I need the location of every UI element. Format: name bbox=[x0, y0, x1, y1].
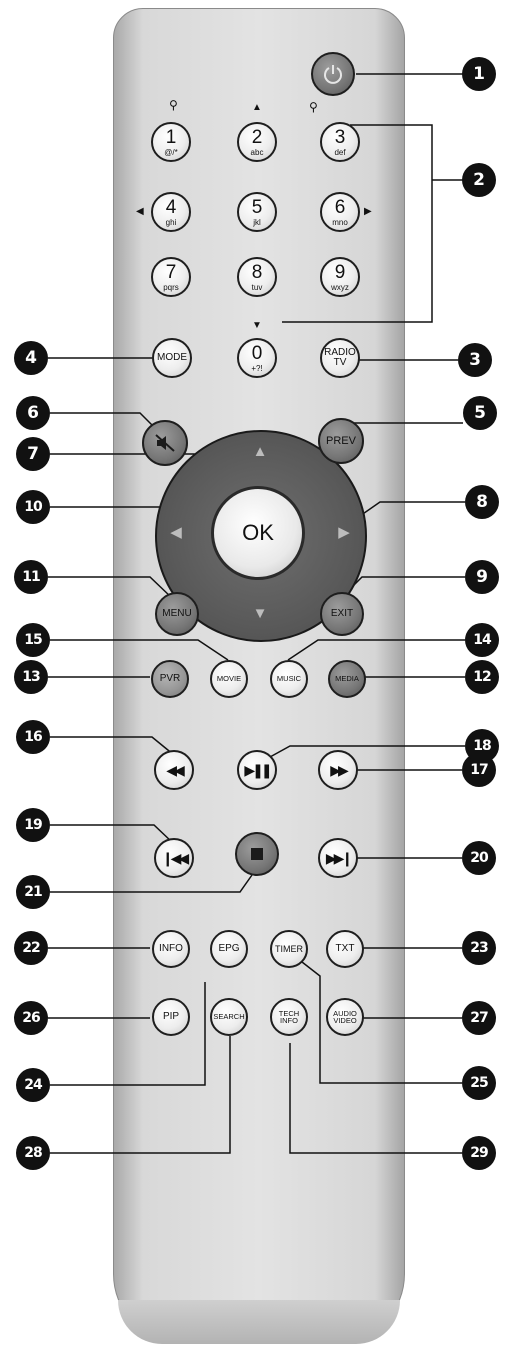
number-button-9[interactable]: 9 wxyz bbox=[320, 257, 360, 297]
callout-24: 24 bbox=[16, 1068, 50, 1102]
nav-left-button[interactable]: ◀ bbox=[166, 523, 186, 543]
callout-15: 15 bbox=[16, 623, 50, 657]
audio-video-button[interactable]: AUDIO VIDEO bbox=[326, 998, 364, 1036]
callout-4: 4 bbox=[14, 341, 48, 375]
fast-forward-button[interactable]: ▶▶ bbox=[318, 750, 358, 790]
callout-3: 3 bbox=[458, 343, 492, 377]
leader-16 bbox=[50, 736, 175, 756]
callout-20: 20 bbox=[462, 841, 496, 875]
search-button[interactable]: SEARCH bbox=[210, 998, 248, 1036]
number-button-4[interactable]: 4 ghi bbox=[151, 192, 191, 232]
leader-15 bbox=[50, 639, 229, 661]
power-button[interactable] bbox=[311, 52, 355, 96]
number-button-1[interactable]: 1 @/* bbox=[151, 122, 191, 162]
rewind-button[interactable]: ◀◀ bbox=[154, 750, 194, 790]
callout-21: 21 bbox=[16, 875, 50, 909]
power-icon bbox=[324, 65, 342, 84]
callout-18: 18 bbox=[465, 729, 499, 763]
stop-button[interactable] bbox=[235, 832, 279, 876]
callout-19: 19 bbox=[16, 808, 50, 842]
play-pause-button[interactable]: ▶❚❚ bbox=[237, 750, 277, 790]
leader-21 bbox=[50, 874, 253, 893]
leader-18 bbox=[269, 745, 465, 758]
callout-5: 5 bbox=[463, 396, 497, 430]
callout-12: 12 bbox=[465, 660, 499, 694]
leader-9 bbox=[340, 576, 465, 599]
number-button-8[interactable]: 8 tuv bbox=[237, 257, 277, 297]
timer-button[interactable]: TIMER bbox=[270, 930, 308, 968]
callout-8: 8 bbox=[465, 485, 499, 519]
callout-16: 16 bbox=[16, 720, 50, 754]
leader-24 bbox=[50, 982, 206, 1086]
exit-button[interactable]: EXIT bbox=[320, 592, 364, 636]
radio-tv-button[interactable]: RADIO TV bbox=[320, 338, 360, 378]
callout-26: 26 bbox=[14, 1001, 48, 1035]
media-button[interactable]: MEDIA bbox=[328, 660, 366, 698]
skip-forward-icon: ▶▶❙ bbox=[325, 850, 353, 866]
callout-22: 22 bbox=[14, 931, 48, 965]
callout-25: 25 bbox=[462, 1066, 496, 1100]
info-button[interactable]: INFO bbox=[152, 930, 190, 968]
callout-2: 2 bbox=[462, 163, 496, 197]
pvr-button[interactable]: PVR bbox=[151, 660, 189, 698]
number-button-3[interactable]: 3 def bbox=[320, 122, 360, 162]
play-pause-icon: ▶❚❚ bbox=[244, 762, 272, 778]
leader-11 bbox=[48, 576, 173, 599]
number-button-2[interactable]: 2 abc bbox=[237, 122, 277, 162]
stop-icon bbox=[251, 848, 263, 860]
leader-29 bbox=[289, 1043, 462, 1154]
nav-right-button[interactable]: ▶ bbox=[334, 523, 354, 543]
mode-button[interactable]: MODE bbox=[152, 338, 192, 378]
epg-button[interactable]: EPG bbox=[210, 930, 248, 968]
zoom-in-icon: ⚲ bbox=[169, 98, 178, 112]
number-button-0[interactable]: 0 +?! bbox=[237, 338, 277, 378]
callout-23: 23 bbox=[462, 931, 496, 965]
callout-13: 13 bbox=[14, 660, 48, 694]
number-button-5[interactable]: 5 jkl bbox=[237, 192, 277, 232]
callout-28: 28 bbox=[16, 1136, 50, 1170]
txt-button[interactable]: TXT bbox=[326, 930, 364, 968]
tech-info-button[interactable]: TECH INFO bbox=[270, 998, 308, 1036]
down-arrow-icon: ▼ bbox=[252, 320, 262, 331]
right-arrow-icon: ▶ bbox=[364, 206, 372, 217]
pip-button[interactable]: PIP bbox=[152, 998, 190, 1036]
skip-back-button[interactable]: ❙◀◀ bbox=[154, 838, 194, 878]
menu-button[interactable]: MENU bbox=[155, 592, 199, 636]
mute-icon bbox=[155, 434, 175, 452]
left-arrow-icon: ◀ bbox=[136, 206, 144, 217]
callout-10: 10 bbox=[16, 490, 50, 524]
leader-28 bbox=[50, 1036, 231, 1154]
callout-27: 27 bbox=[462, 1001, 496, 1035]
leader-2 bbox=[282, 124, 433, 323]
leader-19 bbox=[50, 824, 174, 844]
fast-forward-icon: ▶▶ bbox=[330, 762, 348, 778]
leader-14 bbox=[287, 639, 465, 661]
nav-down-button[interactable]: ▼ bbox=[250, 604, 270, 624]
skip-forward-button[interactable]: ▶▶❙ bbox=[318, 838, 358, 878]
callout-9: 9 bbox=[465, 560, 499, 594]
skip-back-icon: ❙◀◀ bbox=[161, 850, 189, 866]
number-button-7[interactable]: 7 pqrs bbox=[151, 257, 191, 297]
prev-button[interactable]: PREV bbox=[318, 418, 364, 464]
rewind-icon: ◀◀ bbox=[166, 762, 184, 778]
callout-29: 29 bbox=[462, 1136, 496, 1170]
zoom-out-icon: ⚲ bbox=[309, 100, 318, 114]
music-button[interactable]: MUSIC bbox=[270, 660, 308, 698]
leader-6 bbox=[50, 412, 161, 434]
callout-14: 14 bbox=[465, 623, 499, 657]
callout-1: 1 bbox=[462, 57, 496, 91]
callout-7: 7 bbox=[16, 437, 50, 471]
up-arrow-icon: ▲ bbox=[252, 102, 262, 113]
number-button-6[interactable]: 6 mno bbox=[320, 192, 360, 232]
callout-11: 11 bbox=[14, 560, 48, 594]
callout-6: 6 bbox=[16, 396, 50, 430]
movie-button[interactable]: MOVIE bbox=[210, 660, 248, 698]
ok-button[interactable]: OK bbox=[211, 486, 305, 580]
nav-up-button[interactable]: ▲ bbox=[250, 442, 270, 462]
mute-button[interactable] bbox=[142, 420, 188, 466]
